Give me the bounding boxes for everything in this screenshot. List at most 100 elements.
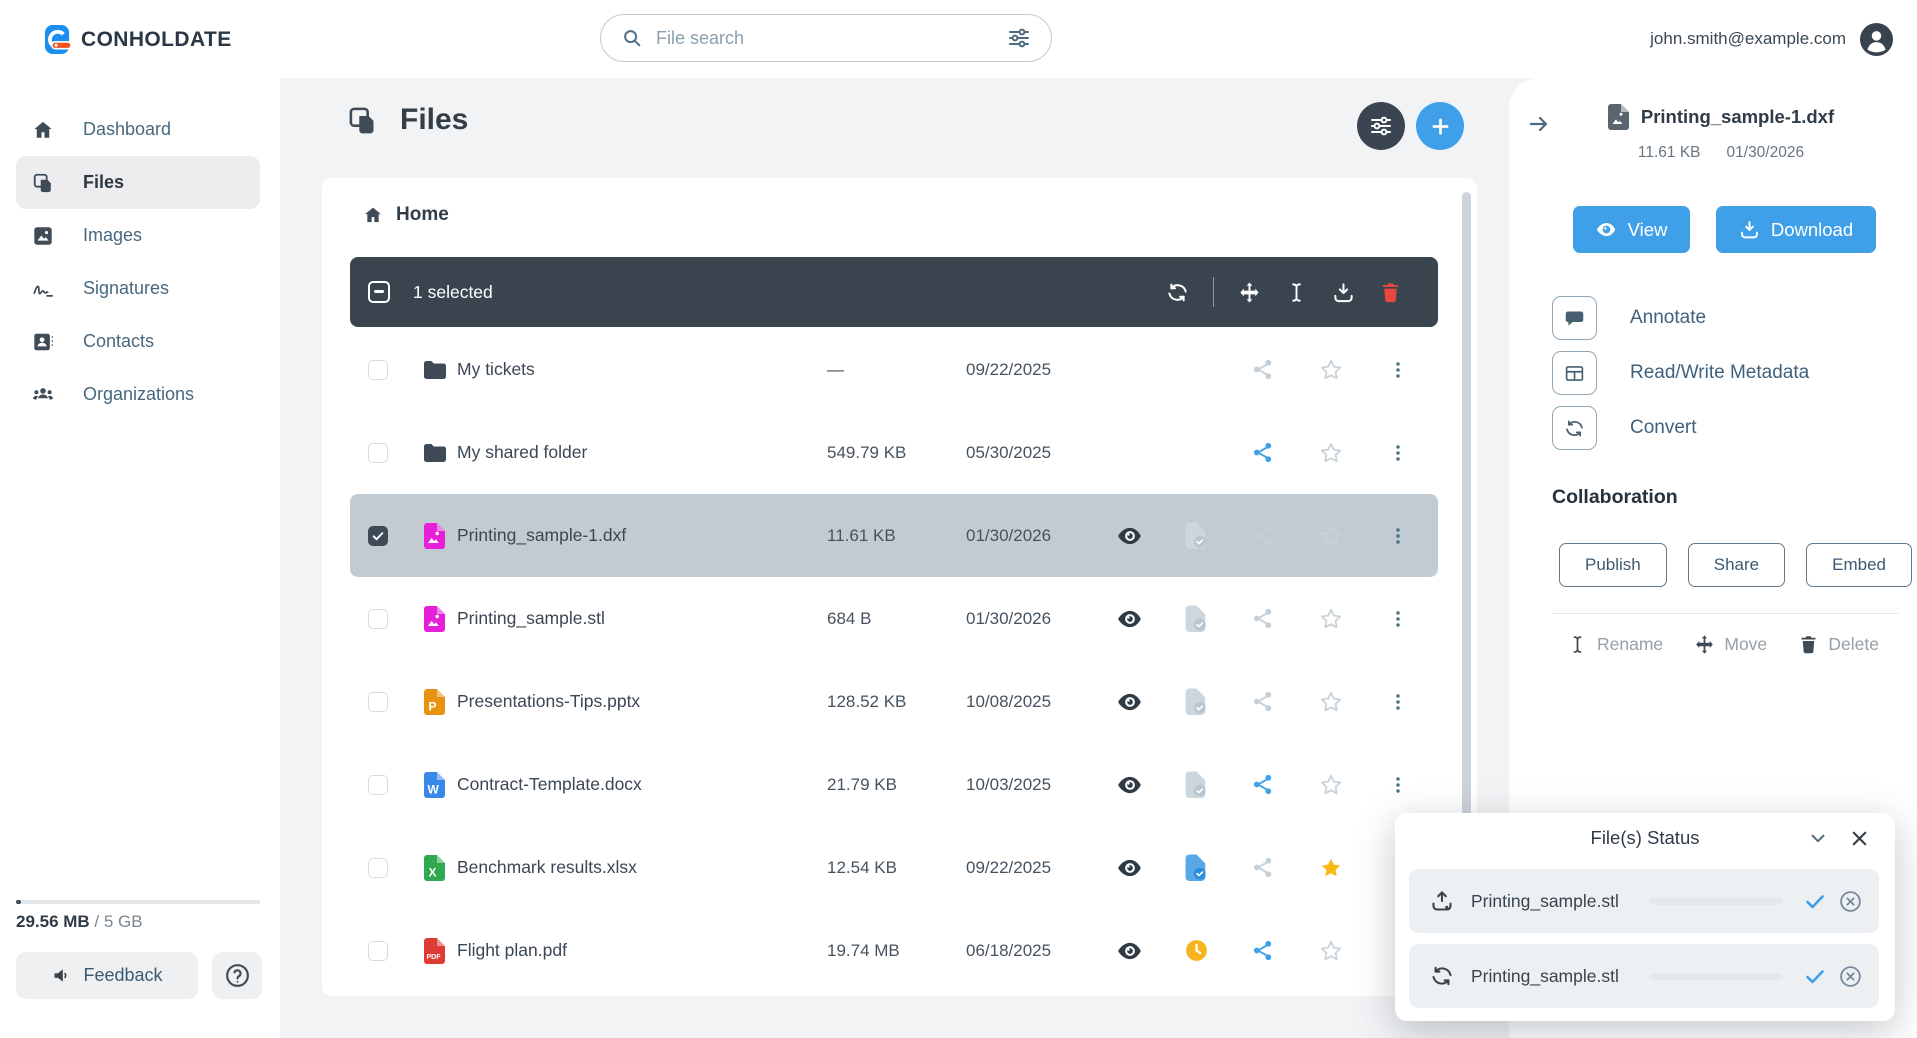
file-row[interactable]: Printing_sample.stl 684 B 01/30/2026: [350, 577, 1438, 660]
row-checkbox[interactable]: [368, 691, 388, 712]
cancel-icon[interactable]: [1838, 964, 1863, 989]
row-menu-icon[interactable]: [1387, 691, 1409, 713]
file-row[interactable]: My shared folder 549.79 KB 05/30/2025: [350, 411, 1438, 494]
file-status-icon[interactable]: [1184, 605, 1209, 632]
metadata-action[interactable]: Read/Write Metadata: [1552, 351, 1901, 395]
add-file-button[interactable]: [1416, 102, 1464, 150]
row-checkbox[interactable]: [368, 608, 388, 629]
file-row[interactable]: Printing_sample-1.dxf 11.61 KB 01/30/202…: [350, 494, 1438, 577]
row-menu-icon[interactable]: [1387, 608, 1409, 630]
row-menu-icon[interactable]: [1387, 442, 1409, 464]
file-status-icon[interactable]: [1184, 522, 1209, 549]
page-header: Files: [347, 103, 468, 137]
convert-action[interactable]: Convert: [1552, 406, 1901, 450]
share-icon[interactable]: [1252, 856, 1275, 879]
row-checkbox[interactable]: [368, 774, 388, 795]
preview-icon[interactable]: [1117, 606, 1143, 632]
help-button[interactable]: [212, 952, 262, 999]
download-button[interactable]: Download: [1716, 206, 1876, 253]
share-button[interactable]: Share: [1687, 543, 1786, 587]
svg-text:PDF: PDF: [427, 954, 442, 961]
file-row[interactable]: P Presentations-Tips.pptx 128.52 KB 10/0…: [350, 660, 1438, 743]
file-name[interactable]: Contract-Template.docx: [457, 774, 827, 795]
star-icon[interactable]: [1319, 358, 1343, 382]
star-icon[interactable]: [1319, 773, 1343, 797]
annotate-action[interactable]: Annotate: [1552, 296, 1901, 340]
select-all-checkbox[interactable]: [368, 281, 390, 303]
file-status-icon[interactable]: [1184, 688, 1209, 715]
delete-action[interactable]: Delete: [1798, 634, 1879, 655]
sidebar-item-images[interactable]: Images: [16, 209, 260, 262]
star-icon[interactable]: [1319, 607, 1343, 631]
file-row[interactable]: X Benchmark results.xlsx 12.54 KB 09/22/…: [350, 826, 1438, 909]
move-icon[interactable]: [1238, 281, 1261, 304]
file-name[interactable]: My tickets: [457, 359, 827, 380]
file-name[interactable]: Benchmark results.xlsx: [457, 857, 827, 878]
share-icon[interactable]: [1252, 773, 1275, 796]
row-checkbox[interactable]: [368, 525, 388, 546]
preview-icon[interactable]: [1117, 938, 1143, 964]
share-icon[interactable]: [1252, 607, 1275, 630]
row-checkbox[interactable]: [368, 857, 388, 878]
publish-button[interactable]: Publish: [1559, 543, 1667, 587]
star-icon[interactable]: [1319, 939, 1343, 963]
file-row[interactable]: W Contract-Template.docx 21.79 KB 10/03/…: [350, 743, 1438, 826]
row-checkbox[interactable]: [368, 940, 388, 961]
share-icon[interactable]: [1252, 690, 1275, 713]
file-status-icon[interactable]: [1184, 937, 1209, 964]
brand-logo[interactable]: CONHOLDATE: [44, 25, 232, 54]
search-input[interactable]: [656, 27, 994, 49]
star-icon[interactable]: [1319, 856, 1343, 880]
done-check-icon: [1803, 889, 1827, 913]
sync-icon[interactable]: [1166, 281, 1189, 304]
search-bar[interactable]: [600, 14, 1052, 62]
collapse-popup-button[interactable]: [1803, 825, 1833, 851]
sidebar-item-contacts[interactable]: Contacts: [16, 315, 260, 368]
star-icon[interactable]: [1319, 524, 1343, 548]
file-name[interactable]: Printing_sample.stl: [457, 608, 827, 629]
download-icon[interactable]: [1332, 281, 1355, 304]
file-name[interactable]: Presentations-Tips.pptx: [457, 691, 827, 712]
file-row[interactable]: My tickets — 09/22/2025: [350, 328, 1438, 411]
preview-icon[interactable]: [1117, 689, 1143, 715]
sidebar-item-files[interactable]: Files: [16, 156, 260, 209]
cancel-icon[interactable]: [1838, 889, 1863, 914]
view-button[interactable]: View: [1573, 206, 1690, 253]
star-icon[interactable]: [1319, 690, 1343, 714]
close-popup-button[interactable]: [1845, 824, 1873, 852]
file-name[interactable]: Flight plan.pdf: [457, 940, 827, 961]
download-button-label: Download: [1770, 218, 1854, 240]
preview-icon[interactable]: [1117, 772, 1143, 798]
delete-icon[interactable]: [1379, 281, 1402, 304]
share-icon[interactable]: [1252, 524, 1275, 547]
user-avatar-icon[interactable]: [1860, 22, 1893, 56]
feedback-button[interactable]: Feedback: [16, 952, 198, 999]
search-filter-icon[interactable]: [1007, 26, 1031, 50]
row-checkbox[interactable]: [368, 359, 388, 380]
sidebar-item-dashboard[interactable]: Dashboard: [16, 103, 260, 156]
row-menu-icon[interactable]: [1387, 525, 1409, 547]
file-row[interactable]: PDF Flight plan.pdf 19.74 MB 06/18/2025: [350, 909, 1438, 992]
row-menu-icon[interactable]: [1387, 359, 1409, 381]
preview-icon[interactable]: [1117, 855, 1143, 881]
breadcrumb[interactable]: Home: [363, 204, 449, 226]
file-status-icon[interactable]: [1184, 854, 1209, 881]
rename-icon[interactable]: [1285, 281, 1308, 304]
file-name[interactable]: Printing_sample-1.dxf: [457, 525, 827, 546]
embed-button[interactable]: Embed: [1806, 543, 1913, 587]
file-status-icon[interactable]: [1184, 771, 1209, 798]
share-icon[interactable]: [1252, 358, 1275, 381]
share-icon[interactable]: [1252, 939, 1275, 962]
row-checkbox[interactable]: [368, 442, 388, 463]
row-menu-icon[interactable]: [1387, 774, 1409, 796]
rename-action[interactable]: Rename: [1567, 634, 1663, 655]
move-action[interactable]: Move: [1694, 634, 1767, 655]
file-name[interactable]: My shared folder: [457, 442, 827, 463]
sidebar-item-organizations[interactable]: Organizations: [16, 368, 260, 421]
list-settings-button[interactable]: [1357, 102, 1405, 150]
star-icon[interactable]: [1319, 441, 1343, 465]
sidebar-item-signatures[interactable]: Signatures: [16, 262, 260, 315]
preview-icon[interactable]: [1117, 523, 1143, 549]
share-icon[interactable]: [1252, 441, 1275, 464]
storage-usage-text: 29.56 MB / 5 GB: [16, 912, 143, 931]
